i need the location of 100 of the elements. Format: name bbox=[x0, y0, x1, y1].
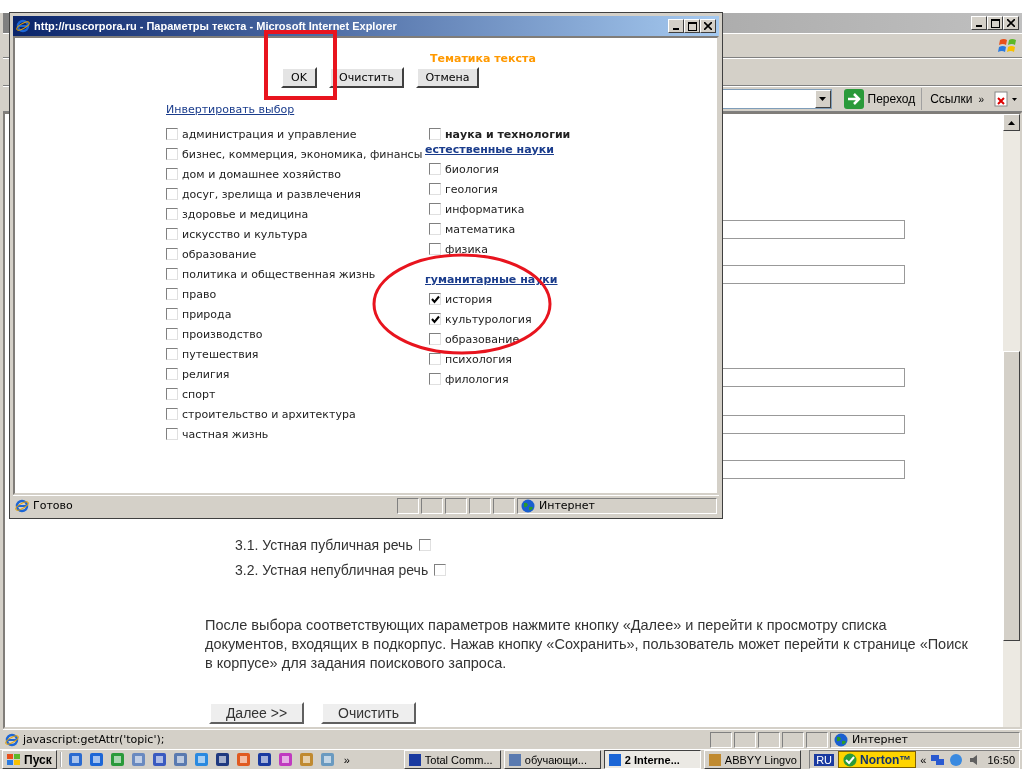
checkbox[interactable] bbox=[166, 428, 178, 440]
topic-label: культурология bbox=[445, 312, 532, 326]
checkbox[interactable] bbox=[166, 348, 178, 360]
checkbox[interactable] bbox=[434, 564, 447, 576]
go-button[interactable]: Переход bbox=[841, 88, 923, 110]
close-icon bbox=[704, 22, 712, 30]
task-button[interactable]: Total Comm... bbox=[403, 750, 501, 769]
more-button[interactable]: » bbox=[343, 753, 350, 766]
dropdown-button[interactable] bbox=[814, 90, 831, 108]
topic-label: образование bbox=[445, 332, 520, 346]
browser-icon bbox=[5, 732, 19, 747]
section-heading: Тематика текста bbox=[430, 52, 537, 65]
app-icon[interactable] bbox=[277, 752, 293, 767]
invert-selection-link[interactable]: Инвертировать выбор bbox=[166, 103, 295, 116]
window-title: http://ruscorpora.ru - Параметры текста - Microsoft Internet Explorer bbox=[34, 20, 398, 32]
app-icon[interactable] bbox=[151, 752, 167, 767]
checkbox[interactable] bbox=[429, 353, 441, 365]
checkbox[interactable] bbox=[429, 183, 441, 195]
topic-label: религия bbox=[182, 367, 230, 381]
close-button[interactable] bbox=[700, 19, 716, 33]
minimize-button[interactable] bbox=[971, 16, 987, 30]
maximize-button[interactable] bbox=[684, 19, 700, 33]
scroll-up-icon bbox=[1008, 120, 1015, 125]
start-button[interactable]: Пуск bbox=[2, 750, 57, 769]
task-button[interactable]: 2 Interne... bbox=[603, 750, 701, 769]
cancel-button[interactable]: Отмена bbox=[416, 67, 479, 88]
checkbox[interactable] bbox=[166, 188, 178, 200]
next-button[interactable]: Далее >> bbox=[209, 702, 304, 724]
app-icon[interactable] bbox=[67, 752, 83, 767]
task-button[interactable]: ABBYY Lingvo bbox=[703, 750, 801, 769]
group-link[interactable]: естественные науки bbox=[425, 143, 571, 156]
status-panel bbox=[469, 497, 491, 514]
topic-label: спорт bbox=[182, 387, 216, 401]
status-panel bbox=[421, 497, 443, 514]
checkbox[interactable] bbox=[429, 163, 441, 175]
checkbox[interactable] bbox=[418, 539, 431, 551]
app-icon bbox=[607, 752, 622, 767]
topic-label: физика bbox=[445, 242, 488, 256]
maximize-icon bbox=[990, 18, 1000, 28]
checkbox[interactable] bbox=[166, 148, 178, 160]
topic-label: искусство и культура bbox=[182, 227, 308, 241]
topic-label: здоровье и медицина bbox=[182, 207, 309, 221]
zone-indicator: Интернет bbox=[517, 497, 717, 514]
network-icon[interactable] bbox=[930, 752, 946, 767]
ok-button[interactable]: OK bbox=[281, 67, 317, 88]
checkbox[interactable] bbox=[429, 313, 441, 325]
clock: 16:50 bbox=[987, 753, 1015, 766]
clear-button[interactable]: Очистить bbox=[329, 67, 404, 88]
topic-label: геология bbox=[445, 182, 498, 196]
app-icon[interactable] bbox=[256, 752, 272, 767]
checkbox[interactable] bbox=[429, 333, 441, 345]
topic-label: путешествия bbox=[182, 347, 259, 361]
maximize-button[interactable] bbox=[987, 16, 1003, 30]
norton-button[interactable]: Norton™ bbox=[838, 751, 917, 768]
close-icon bbox=[1007, 19, 1015, 27]
checkbox[interactable] bbox=[166, 368, 178, 380]
clear-button[interactable]: Очистить bbox=[321, 702, 416, 724]
checkbox[interactable] bbox=[166, 228, 178, 240]
app-icon[interactable] bbox=[214, 752, 230, 767]
topic-label: математика bbox=[445, 222, 516, 236]
topic-label: политика и общественная жизнь bbox=[182, 267, 376, 281]
checkbox[interactable] bbox=[166, 248, 178, 260]
checkbox[interactable] bbox=[166, 128, 178, 140]
topic-label: наука и технологии bbox=[445, 127, 571, 141]
status-panel bbox=[445, 497, 467, 514]
checkbox[interactable] bbox=[429, 373, 441, 385]
checkbox[interactable] bbox=[166, 308, 178, 320]
checkbox[interactable] bbox=[166, 288, 178, 300]
topic-label: образование bbox=[182, 247, 257, 261]
checkbox[interactable] bbox=[166, 328, 178, 340]
checkbox[interactable] bbox=[166, 168, 178, 180]
language-indicator[interactable]: RU bbox=[814, 753, 834, 766]
topic-label: право bbox=[182, 287, 217, 301]
status-panel bbox=[710, 731, 732, 748]
checkbox[interactable] bbox=[166, 208, 178, 220]
checkbox[interactable] bbox=[166, 268, 178, 280]
topic-label: администрация и управление bbox=[182, 127, 357, 141]
checkbox[interactable] bbox=[429, 128, 441, 140]
browser-icon bbox=[15, 498, 29, 513]
topic-label: дом и домашнее хозяйство bbox=[182, 167, 341, 181]
checkbox[interactable] bbox=[429, 203, 441, 215]
scrollbar[interactable] bbox=[1003, 114, 1020, 727]
checkbox[interactable] bbox=[429, 223, 441, 235]
topic-label: филология bbox=[445, 372, 509, 386]
app-icon[interactable] bbox=[88, 752, 104, 767]
checkbox[interactable] bbox=[429, 243, 441, 255]
windows-logo-icon bbox=[7, 753, 21, 766]
checkbox[interactable] bbox=[166, 388, 178, 400]
minimize-button[interactable] bbox=[668, 19, 684, 33]
show-hidden-icons-button[interactable]: « bbox=[920, 753, 927, 766]
windows-logo-icon bbox=[998, 36, 1018, 55]
status-text: javascript:getAttr('topic'); bbox=[5, 732, 708, 747]
instructions-text: После выбора соответствующих параметров нажмите кнопку «Далее» и перейти к просмотру списка документов, входящих в подкорпус. Нажав кнопку «Сохранить», пользователь может перейти к странице «Поиск в корпусе» для задания поискового запроса. bbox=[205, 616, 969, 673]
status-panel bbox=[493, 497, 515, 514]
checkbox[interactable] bbox=[429, 293, 441, 305]
checkbox[interactable] bbox=[166, 408, 178, 420]
browser-icon bbox=[16, 19, 30, 33]
task-button[interactable]: обучающи... bbox=[503, 750, 601, 769]
checkmark-icon bbox=[843, 752, 857, 767]
close-button[interactable] bbox=[1003, 16, 1019, 30]
